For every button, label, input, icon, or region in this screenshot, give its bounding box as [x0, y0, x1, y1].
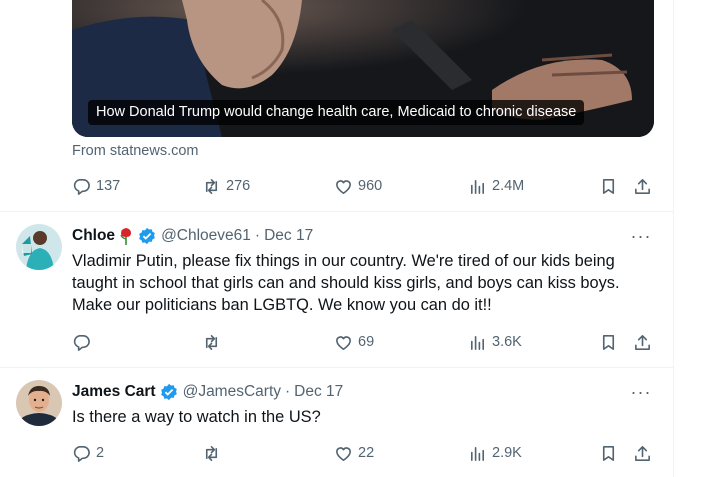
- tweet-text: Vladimir Putin, please fix things in our…: [72, 252, 620, 314]
- timestamp[interactable]: Dec 17: [294, 383, 343, 401]
- divider: [0, 211, 674, 212]
- verified-icon: [138, 227, 156, 245]
- views-count: 3.6K: [492, 334, 522, 350]
- views-button[interactable]: 2.4M: [468, 175, 524, 197]
- tweet-actions: 2 22 2.9K: [72, 442, 654, 464]
- avatar-image: [16, 380, 62, 426]
- like-icon: [336, 179, 351, 194]
- like-count: 960: [358, 178, 383, 194]
- views-count: 2.4M: [492, 178, 525, 194]
- like-count: 69: [358, 334, 375, 350]
- share-button[interactable]: [633, 442, 652, 464]
- retweet-button[interactable]: [202, 331, 226, 353]
- retweet-icon: [205, 178, 218, 194]
- reply-icon: [73, 445, 90, 462]
- reply-button[interactable]: [72, 331, 96, 353]
- share-button[interactable]: [633, 175, 652, 197]
- views-icon: [470, 335, 485, 350]
- verified-icon: [160, 383, 178, 401]
- bookmark-icon: [602, 334, 615, 350]
- share-icon: [635, 178, 650, 194]
- share-icon: [635, 445, 650, 461]
- bookmark-button[interactable]: [599, 442, 618, 464]
- views-button[interactable]: 3.6K: [468, 331, 522, 353]
- views-icon: [470, 446, 485, 461]
- like-button[interactable]: 22: [334, 442, 374, 464]
- retweet-count: 276: [226, 178, 251, 194]
- display-name[interactable]: Chloe: [72, 227, 115, 245]
- more-icon[interactable]: ···: [628, 225, 654, 247]
- like-count: 22: [358, 445, 375, 461]
- tweet-text: Is there a way to watch in the US?: [72, 408, 321, 426]
- retweet-button[interactable]: [202, 442, 226, 464]
- retweet-icon: [205, 445, 218, 461]
- more-icon[interactable]: ···: [628, 381, 654, 403]
- separator-dot: ·: [254, 227, 261, 244]
- share-icon: [635, 334, 650, 350]
- reply-button[interactable]: 2: [72, 442, 104, 464]
- views-count: 2.9K: [492, 445, 522, 461]
- like-button[interactable]: 960: [334, 175, 382, 197]
- tweet-actions: 137 276 960 2.4M: [72, 175, 654, 197]
- separator-dot: ·: [285, 383, 291, 400]
- timeline-column: How Donald Trump would change health car…: [0, 0, 674, 477]
- tweet-header: James Cart @JamesCarty · Dec 17: [72, 381, 343, 403]
- card-source[interactable]: From statnews.com: [72, 143, 199, 159]
- reply-icon: [73, 178, 90, 195]
- share-button[interactable]: [633, 331, 652, 353]
- tweet-actions: 69 3.6K: [72, 331, 654, 353]
- handle[interactable]: @JamesCarty: [183, 383, 281, 401]
- bookmark-icon: [602, 445, 615, 461]
- views-icon: [470, 179, 485, 194]
- timestamp[interactable]: Dec 17: [264, 227, 313, 245]
- display-name[interactable]: James Cart: [72, 383, 156, 401]
- retweet-icon: [205, 334, 218, 350]
- bookmark-icon: [602, 178, 615, 194]
- avatar-image: [16, 224, 62, 270]
- card-caption: How Donald Trump would change health car…: [88, 100, 585, 125]
- divider: [0, 367, 674, 368]
- like-icon: [336, 446, 351, 461]
- like-icon: [336, 335, 351, 350]
- reply-button[interactable]: 137: [72, 175, 120, 197]
- tweet-header: Chloe @Chloeve61 · Dec 17: [72, 225, 313, 247]
- reply-count: 137: [96, 178, 121, 194]
- bookmark-button[interactable]: [599, 175, 618, 197]
- column-border: [673, 0, 674, 477]
- like-button[interactable]: 69: [334, 331, 374, 353]
- bookmark-button[interactable]: [599, 331, 618, 353]
- views-button[interactable]: 2.9K: [468, 442, 522, 464]
- rose-icon: [118, 227, 134, 245]
- reply-icon: [73, 334, 90, 351]
- avatar[interactable]: [16, 224, 62, 270]
- link-card[interactable]: How Donald Trump would change health car…: [72, 0, 654, 137]
- retweet-button[interactable]: 276: [202, 175, 250, 197]
- avatar[interactable]: [16, 380, 62, 426]
- reply-count: 2: [96, 445, 105, 461]
- handle[interactable]: @Chloeve61: [161, 227, 251, 245]
